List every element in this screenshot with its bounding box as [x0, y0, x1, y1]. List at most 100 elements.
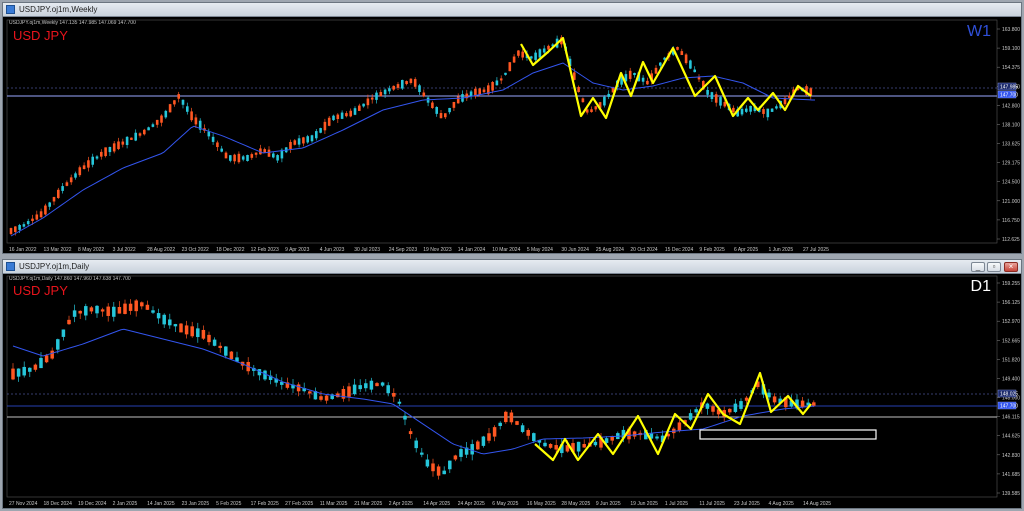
- candle-body: [319, 396, 323, 400]
- daily-chart-window[interactable]: USDJPY.oj1m,Daily _ ▫ × USDJPY.oj1m,Dail…: [2, 259, 1022, 509]
- candle-body: [728, 408, 732, 413]
- time-axis-label: 25 Aug 2024: [596, 247, 624, 253]
- candle-body: [370, 97, 374, 100]
- candle-body: [641, 77, 645, 82]
- candle-body: [78, 310, 82, 314]
- candle-body: [162, 314, 166, 325]
- time-axis-label: 23 Jan 2025: [182, 501, 210, 507]
- close-button[interactable]: ×: [1004, 262, 1018, 272]
- time-axis-label: 15 Dec 2024: [665, 247, 694, 253]
- candle-body: [676, 46, 679, 50]
- candle-body: [442, 470, 446, 475]
- candle-body: [654, 67, 658, 74]
- candle-body: [220, 148, 223, 152]
- candle-body: [224, 152, 228, 159]
- candle-body: [140, 302, 144, 307]
- candle-body: [581, 98, 585, 103]
- candle-body: [319, 128, 322, 133]
- candle-body: [324, 395, 329, 401]
- time-axis-label: 12 Feb 2023: [251, 247, 279, 253]
- time-axis-label: 6 May 2025: [492, 501, 518, 507]
- candle-body: [547, 45, 550, 50]
- candle-body: [775, 106, 778, 109]
- candle-body: [740, 108, 744, 115]
- daily-title-bar[interactable]: USDJPY.oj1m,Daily _ ▫ ×: [3, 260, 1021, 274]
- candle-body: [439, 113, 443, 119]
- candle-body: [246, 155, 249, 161]
- candle-body: [577, 86, 580, 93]
- candle-body: [69, 177, 73, 183]
- plot-frame: [6, 19, 998, 244]
- price-axis-label: 146.115: [1002, 415, 1020, 421]
- daily-price-chart[interactable]: 159.255 156.125 152.970 152.665 151.820 149.4…: [3, 274, 1021, 509]
- candle-body: [296, 384, 301, 392]
- candle-body: [224, 346, 228, 356]
- maximize-button[interactable]: ▫: [987, 262, 1001, 272]
- candle-body: [16, 368, 21, 377]
- candle-body: [190, 326, 194, 337]
- candle-body: [39, 357, 43, 369]
- minimize-button[interactable]: _: [971, 262, 985, 272]
- candle-body: [646, 80, 649, 85]
- candle-body: [95, 305, 99, 314]
- time-axis-label: 24 Sep 2023: [389, 247, 418, 253]
- candle-body: [422, 92, 426, 97]
- candle-body: [435, 107, 438, 114]
- candle-body: [14, 226, 17, 232]
- candle-body: [689, 60, 692, 69]
- price-axis-label: 129.175: [1002, 161, 1020, 167]
- candle-body: [714, 94, 718, 103]
- time-axis-label: 10 Mar 2024: [492, 247, 520, 253]
- candle-body: [521, 51, 524, 58]
- candle-body: [405, 81, 408, 85]
- weekly-title-bar[interactable]: USDJPY.oj1m,Weekly: [3, 3, 1021, 17]
- candle-body: [155, 119, 159, 125]
- candle-body: [655, 436, 659, 439]
- candle-body: [263, 370, 267, 380]
- price-axis-label: 112.625: [1002, 237, 1020, 243]
- candle-body: [173, 100, 176, 105]
- candle-body: [504, 72, 507, 75]
- candle-body: [35, 214, 39, 220]
- candle-body: [418, 85, 421, 93]
- candle-body: [336, 114, 340, 120]
- candle-body: [218, 345, 222, 348]
- candle-body: [156, 313, 161, 319]
- candle-body: [710, 92, 714, 100]
- candle-body: [323, 121, 327, 131]
- candle-body: [179, 323, 183, 333]
- candle-body: [508, 62, 512, 72]
- price-axis-label: 151.820: [1002, 357, 1020, 363]
- candle-body: [233, 154, 236, 162]
- candle-body: [593, 441, 598, 446]
- candle-body: [297, 138, 301, 145]
- time-axis-label: 4 Jun 2023: [320, 247, 345, 253]
- candle-body: [143, 129, 146, 135]
- time-axis-label: 17 Feb 2025: [251, 501, 279, 507]
- candle-body: [530, 56, 533, 59]
- candle-body: [56, 339, 60, 350]
- weekly-price-chart[interactable]: 163.800159.100154.375149.650142.800138.1…: [3, 18, 1021, 254]
- candle-body: [590, 109, 593, 113]
- time-axis-label: 30 Jul 2023: [354, 247, 380, 253]
- candle-body: [534, 52, 537, 60]
- candle-body: [414, 440, 418, 449]
- candle-body: [478, 88, 481, 95]
- price-axis-label: 156.125: [1002, 300, 1020, 306]
- candle-body: [31, 218, 34, 222]
- candle-body: [349, 110, 352, 117]
- candle-body: [327, 117, 331, 126]
- weekly-window-title: USDJPY.oj1m,Weekly: [19, 5, 98, 14]
- candle-body: [362, 103, 365, 107]
- weekly-chart-window[interactable]: USDJPY.oj1m,Weekly USDJPY.oj1m,Weekly 14…: [2, 2, 1022, 254]
- candle-body: [448, 460, 452, 470]
- candle-body: [366, 98, 370, 106]
- candle-body: [369, 380, 374, 390]
- candle-body: [347, 386, 351, 397]
- time-axis-label: 16 May 2025: [527, 501, 556, 507]
- candle-body: [181, 99, 185, 105]
- candle-body: [392, 392, 396, 397]
- candle-body: [628, 70, 632, 79]
- candle-body: [52, 197, 56, 202]
- candle-body: [770, 108, 774, 112]
